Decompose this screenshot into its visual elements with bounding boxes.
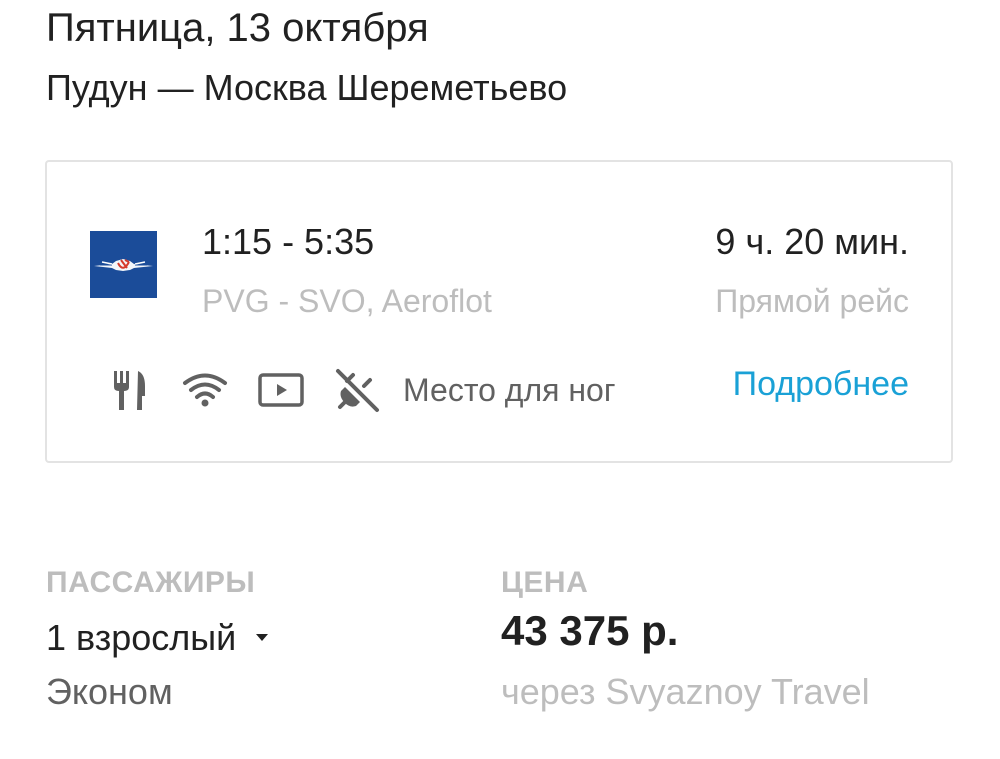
video-icon: [257, 366, 305, 414]
price-label: ЦЕНА: [501, 566, 589, 599]
route-title: Пудун — Москва Шереметьево: [46, 67, 568, 108]
price-provider: через Svyaznoy Travel: [501, 671, 870, 712]
airports-airline: PVG - SVO, Aeroflot: [202, 283, 492, 319]
dropdown-arrow-icon: [256, 634, 269, 642]
legroom-label: Место для ног: [403, 372, 616, 408]
aeroflot-logo-icon: [94, 259, 153, 271]
passengers-dropdown[interactable]: 1 взрослый: [46, 614, 269, 662]
flight-times: 1:15 - 5:35: [202, 221, 375, 262]
price-value: 43 375 р.: [501, 607, 679, 654]
flight-duration: 9 ч. 20 мин.: [715, 221, 909, 262]
flight-card[interactable]: 1:15 - 5:35 PVG - SVO, Aeroflot 9 ч. 20 …: [45, 160, 953, 463]
passengers-label: ПАССАЖИРЫ: [46, 566, 256, 599]
passengers-value: 1 взрослый: [46, 617, 237, 658]
amenities-row: Место для ног: [105, 362, 616, 418]
cabin-class: Эконом: [46, 671, 173, 712]
flight-type: Прямой рейс: [715, 283, 909, 319]
food-icon: [105, 366, 153, 414]
date-title: Пятница, 13 октября: [46, 6, 429, 50]
wifi-icon: [181, 366, 229, 414]
details-link[interactable]: Подробнее: [733, 362, 909, 406]
no-power-icon: [333, 366, 381, 414]
aeroflot-logo: [90, 231, 157, 298]
